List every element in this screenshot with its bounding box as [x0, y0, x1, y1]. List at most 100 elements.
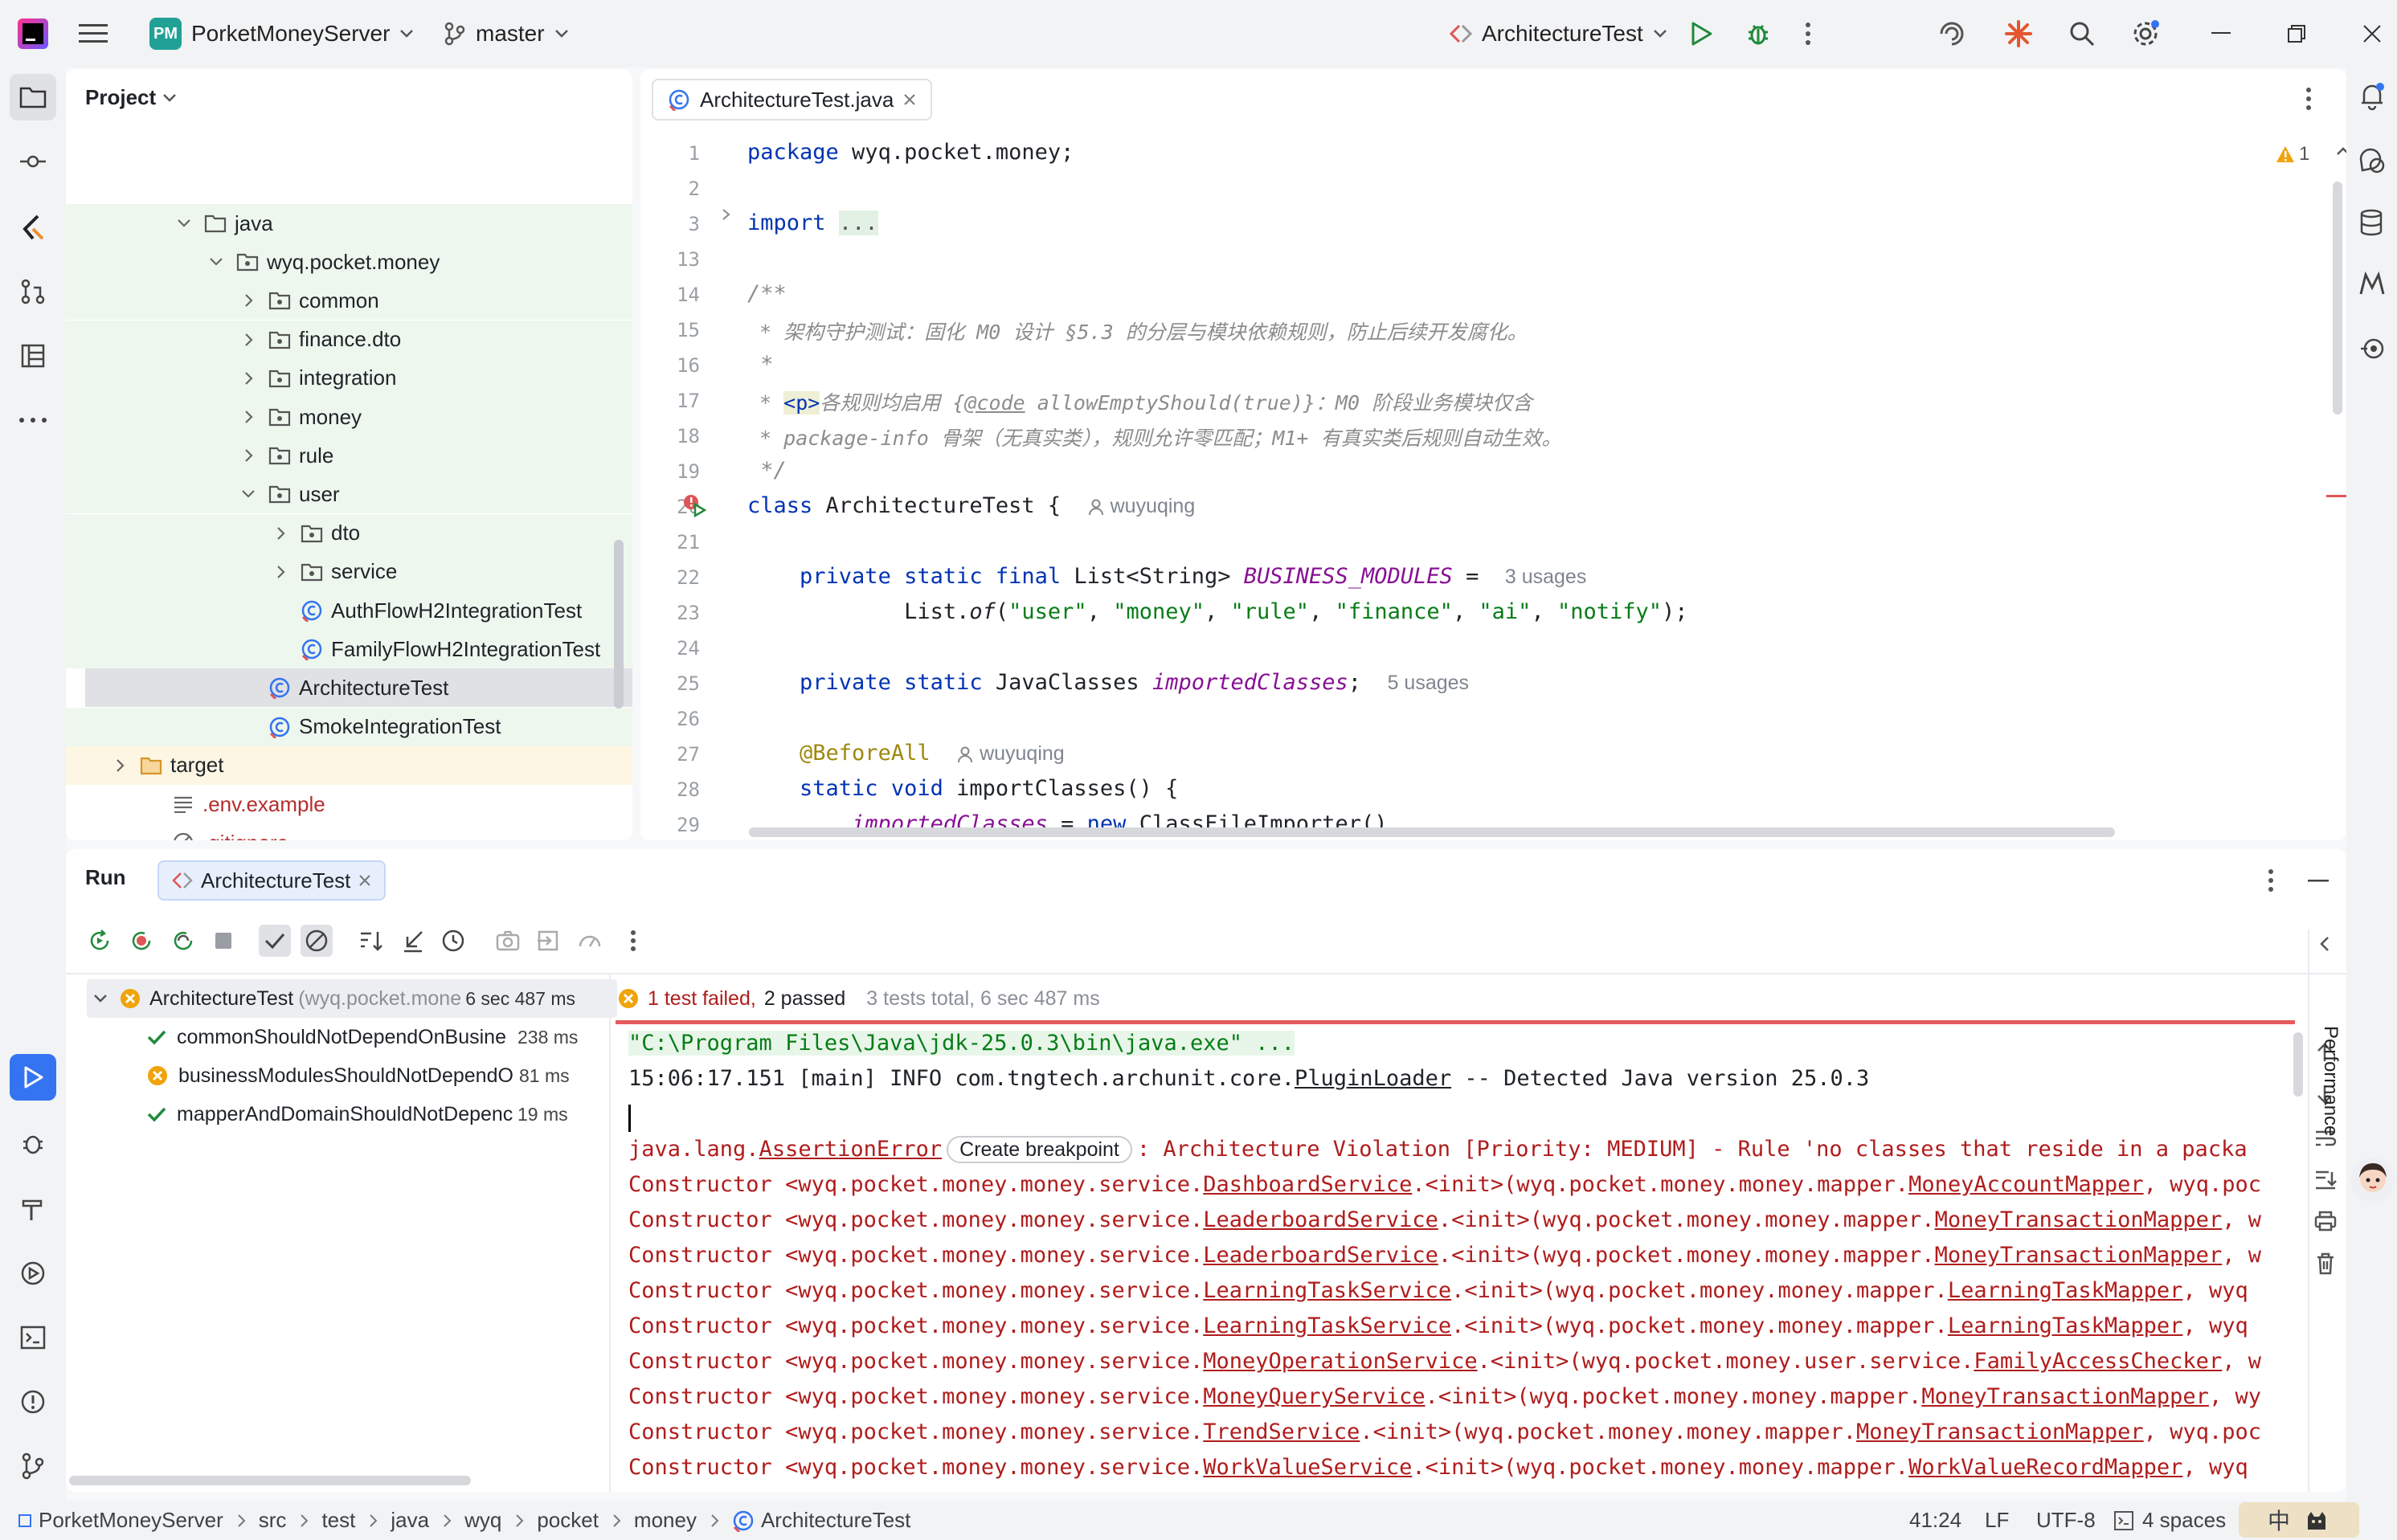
line-number[interactable]: 19 [640, 460, 700, 483]
ai-chat-icon[interactable] [2358, 146, 2387, 174]
line-number[interactable]: 28 [640, 778, 700, 801]
class-link[interactable]: WorkValueRecordMapper [1908, 1455, 2182, 1480]
class-link[interactable]: LeaderboardService [1203, 1243, 1438, 1268]
tree-item-env-example[interactable]: .env.example [66, 785, 632, 823]
chevron-right-icon[interactable] [111, 757, 129, 774]
line-number[interactable]: 25 [640, 672, 700, 695]
pull-requests-icon[interactable] [10, 268, 56, 315]
settings-gear-icon[interactable] [2131, 0, 2160, 67]
line-number[interactable]: 3 [640, 213, 700, 235]
console-violation-line[interactable]: Constructor <wyq.pocket.money.money.serv… [628, 1207, 2261, 1232]
close-tab-icon[interactable] [903, 93, 916, 106]
chevron-right-icon[interactable] [272, 525, 289, 542]
main-menu-icon[interactable] [79, 0, 108, 67]
tree-item-service[interactable]: service [66, 552, 632, 591]
console-violation-line[interactable]: Constructor <wyq.pocket.money.money.serv… [628, 1172, 2261, 1197]
ide-logo-icon[interactable] [18, 0, 48, 67]
run-test-gutter-icon[interactable] [682, 493, 706, 517]
chevron-down-icon[interactable] [175, 214, 193, 232]
class-link[interactable]: LeaderboardService [1203, 1207, 1438, 1232]
class-link[interactable]: DashboardService [1203, 1172, 1412, 1197]
line-number[interactable]: 13 [640, 248, 700, 271]
code-line-28[interactable]: static void importClasses() { [747, 776, 1178, 801]
chevron-right-icon[interactable] [272, 563, 289, 581]
code-line-23[interactable]: List.of("user", "money", "rule", "financ… [747, 599, 1687, 624]
console-violation-line[interactable]: Constructor <wyq.pocket.money.money.serv… [628, 1278, 2248, 1303]
endpoints-icon[interactable] [2359, 336, 2385, 362]
usages-hint[interactable]: 5 usages [1388, 672, 1469, 694]
editor-vertical-scrollbar[interactable] [2333, 182, 2342, 415]
breadcrumb-item[interactable]: java [391, 1508, 429, 1533]
editor-more-icon[interactable] [2305, 87, 2312, 111]
build-hammer-icon[interactable] [10, 1186, 56, 1232]
breadcrumb-item[interactable]: money [634, 1508, 697, 1533]
ai-assistant-icon[interactable] [1938, 0, 1965, 67]
test-root-row[interactable]: ArchitectureTest (wyq.pocket.mone 6 sec … [87, 979, 617, 1018]
editor-horizontal-scrollbar[interactable] [749, 827, 2115, 837]
tree-item-target[interactable]: target [66, 745, 632, 785]
code-line-27[interactable]: @BeforeAll wuyuqing [747, 741, 1065, 766]
expand-fold-icon[interactable] [721, 207, 732, 222]
file-encoding[interactable]: UTF-8 [2036, 1501, 2096, 1540]
ime-indicator[interactable]: 中 [2239, 1502, 2359, 1538]
assistant-avatar-icon[interactable] [2350, 1154, 2396, 1207]
minimize-icon[interactable] [2211, 0, 2231, 67]
create-breakpoint-button[interactable]: Create breakpoint [947, 1136, 1132, 1163]
services-icon[interactable] [10, 1250, 56, 1297]
git-icon[interactable] [10, 1443, 56, 1489]
usages-hint[interactable]: 3 usages [1505, 566, 1586, 588]
test-item-row[interactable]: businessModulesShouldNotDependO 81 ms [146, 1056, 612, 1095]
plugin-tool-icon[interactable] [10, 204, 56, 251]
caret-position[interactable]: 41:24 [1909, 1501, 1961, 1540]
tree-item-user[interactable]: user [66, 475, 632, 514]
error-stripe-marker[interactable] [2326, 495, 2346, 497]
chevron-right-icon[interactable] [239, 331, 257, 349]
test-item-row[interactable]: mapperAndDomainShouldNotDepenc 19 ms [146, 1095, 612, 1134]
line-number[interactable]: 16 [640, 354, 700, 377]
claude-icon[interactable] [2004, 0, 2033, 67]
run-toolbar-more-icon[interactable] [617, 925, 649, 957]
code-line-14[interactable]: /** [747, 281, 787, 306]
line-number[interactable]: 26 [640, 708, 700, 730]
editor-tab-architecture-test[interactable]: ArchitectureTest.java [652, 79, 933, 121]
notifications-bell-icon[interactable] [2359, 82, 2385, 111]
run-more-icon[interactable] [2268, 868, 2274, 893]
plugin-loader-link[interactable]: PluginLoader [1295, 1066, 1451, 1091]
console-violation-line[interactable]: Constructor <wyq.pocket.money.money.serv… [628, 1455, 2248, 1480]
code-line-1[interactable]: package wyq.pocket.money; [747, 140, 1074, 165]
class-link[interactable]: LearningTaskService [1203, 1313, 1451, 1338]
test-tree-scrollbar[interactable] [69, 1476, 471, 1485]
console-error-line[interactable]: java.lang.AssertionError Create breakpoin… [628, 1136, 2248, 1163]
database-icon[interactable] [2359, 209, 2383, 236]
breadcrumb-item[interactable]: src [259, 1508, 287, 1533]
line-number[interactable]: 23 [640, 602, 700, 624]
problems-icon[interactable] [10, 1379, 56, 1425]
code-line-15[interactable]: * 架构守护测试：固化 M0 设计 §5.3 的分层与模块依赖规则，防止后续开发… [747, 317, 1528, 345]
run-config-selector[interactable]: ArchitectureTest [1450, 0, 1667, 67]
console-scrollbar[interactable] [2293, 1032, 2303, 1097]
test-history-icon[interactable] [437, 925, 469, 957]
tree-item-familyflowh2integrationtest[interactable]: FamilyFlowH2IntegrationTest [66, 630, 632, 669]
screenshot-icon[interactable] [492, 925, 524, 957]
code-line-18[interactable]: * package-info 骨架（无真实类），规则允许零匹配；M1+ 有真实类… [747, 423, 1561, 451]
debug-tool-icon[interactable] [10, 1120, 56, 1166]
class-link[interactable]: LearningTaskMapper [1948, 1278, 2183, 1303]
more-tools-icon[interactable] [10, 397, 56, 443]
tree-item-java[interactable]: java [66, 204, 632, 243]
assertion-error-link[interactable]: AssertionError [759, 1137, 943, 1162]
class-link[interactable]: MoneyOperationService [1203, 1349, 1477, 1374]
project-tree-scrollbar[interactable] [614, 540, 624, 709]
run-tool-icon[interactable] [10, 1054, 56, 1101]
maven-icon[interactable] [2358, 270, 2387, 297]
line-number[interactable]: 2 [640, 178, 700, 200]
code-line-3[interactable]: import ... [747, 210, 878, 235]
tree-item-finance-dto[interactable]: finance.dto [66, 320, 632, 359]
inspection-widget[interactable]: 1 [2275, 143, 2309, 165]
code-line-19[interactable]: */ [747, 458, 787, 483]
console-violation-line[interactable]: Constructor <wyq.pocket.money.money.serv… [628, 1384, 2261, 1409]
author-hint[interactable]: wuyuqing [1087, 495, 1195, 517]
terminal-icon[interactable] [10, 1314, 56, 1361]
project-panel-header[interactable]: Project [85, 85, 177, 110]
class-link[interactable]: MoneyTransactionMapper [1921, 1384, 2209, 1409]
debug-icon[interactable] [1745, 0, 1771, 67]
